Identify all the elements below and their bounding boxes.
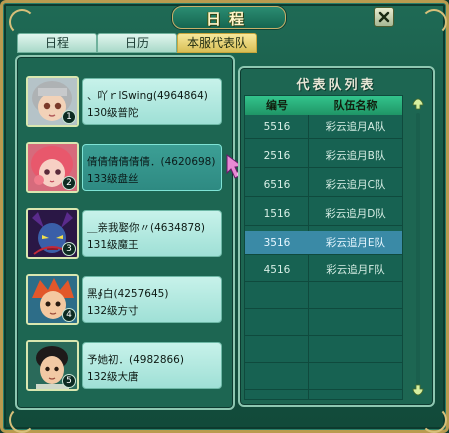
- table-header: 编号 队伍名称: [245, 96, 402, 115]
- table-row[interactable]: 5516 彩云追月A队: [245, 115, 402, 139]
- table-row[interactable]: 1516 彩云追月D队: [245, 202, 402, 226]
- title-plaque: 日程: [172, 6, 286, 29]
- team-name: 彩云追月A队: [325, 121, 386, 133]
- team-id: 1516: [263, 208, 291, 220]
- close-icon: [378, 11, 390, 23]
- member-name: 予她初．(4982866): [87, 354, 184, 366]
- table-row[interactable]: 6516 彩云追月C队: [245, 173, 402, 197]
- avatar: 2: [26, 142, 79, 193]
- member-card[interactable]: 5 予她初．(4982866) 132级大唐: [26, 340, 224, 391]
- member-info: 予她初．(4982866) 132级大唐: [82, 342, 222, 389]
- member-level: 133级盘丝: [87, 173, 139, 185]
- member-level: 132级方寸: [87, 305, 139, 317]
- slot-number: 5: [62, 374, 76, 388]
- avatar: 1: [26, 76, 79, 127]
- team-id: 4516: [263, 264, 291, 276]
- member-level: 130级普陀: [87, 107, 139, 119]
- table-row[interactable]: 2516 彩云追月B队: [245, 144, 402, 168]
- table-row-empty: [245, 312, 402, 336]
- member-level: 131级魔王: [87, 239, 139, 251]
- table-row[interactable]: 4516 彩云追月F队: [245, 258, 402, 282]
- team-name: 彩云追月D队: [325, 208, 386, 220]
- table-row-selected[interactable]: 3516 彩云追月E队: [245, 231, 402, 255]
- team-name: 彩云追月F队: [326, 264, 385, 276]
- member-card[interactable]: 1 、吖ｒlSwing(4964864) 130级普陀: [26, 76, 224, 127]
- scroll-up-icon[interactable]: [411, 97, 425, 111]
- corner-ornament: [421, 407, 447, 433]
- team-table: 编号 队伍名称 5516 彩云追月A队 2516 彩云追月B队 6516 彩云追…: [244, 95, 403, 400]
- slot-number: 2: [62, 176, 76, 190]
- member-card[interactable]: 4 黑∮白(4257645) 132级方寸: [26, 274, 224, 325]
- member-card[interactable]: 2 倩倩倩倩倩倩．(4620698) 133级盘丝: [26, 142, 224, 193]
- slot-number: 4: [62, 308, 76, 322]
- scroll-down-icon[interactable]: [411, 383, 425, 397]
- column-header-id: 编号: [266, 99, 288, 112]
- table-row-empty: [245, 339, 402, 363]
- corner-ornament: [9, 407, 35, 433]
- avatar: 3: [26, 208, 79, 259]
- table-row-empty: [245, 366, 402, 390]
- window-title: 日程: [205, 10, 252, 28]
- table-row-empty: [245, 285, 402, 309]
- tab-calendar[interactable]: 日历: [97, 33, 177, 53]
- member-info: 倩倩倩倩倩倩．(4620698) 133级盘丝: [82, 144, 222, 191]
- member-info: ＿亲我娶你〃(4634878) 131级魔王: [82, 210, 222, 257]
- member-name: 、吖ｒlSwing(4964864): [87, 90, 208, 102]
- member-name: ＿亲我娶你〃(4634878): [87, 222, 205, 234]
- column-header-name: 队伍名称: [333, 99, 378, 112]
- team-list-title: 代表队列表: [296, 78, 377, 93]
- team-name: 彩云追月C队: [325, 179, 386, 191]
- team-id: 6516: [263, 179, 291, 191]
- team-id: 5516: [263, 121, 291, 133]
- avatar: 5: [26, 340, 79, 391]
- member-info: 、吖ｒlSwing(4964864) 130级普陀: [82, 78, 222, 125]
- team-name: 彩云追月E队: [325, 237, 386, 249]
- tab-schedule[interactable]: 日程: [17, 33, 97, 53]
- team-id: 2516: [263, 150, 291, 162]
- member-name: 黑∮白(4257645): [87, 288, 169, 300]
- member-name: 倩倩倩倩倩倩．(4620698): [87, 156, 216, 168]
- slot-number: 1: [62, 110, 76, 124]
- team-name: 彩云追月B队: [325, 150, 386, 162]
- slot-number: 3: [62, 242, 76, 256]
- member-card[interactable]: 3 ＿亲我娶你〃(4634878) 131级魔王: [26, 208, 224, 259]
- scrollbar-track[interactable]: [416, 113, 420, 385]
- title-bar: 日程: [3, 3, 446, 31]
- member-info: 黑∮白(4257645) 132级方寸: [82, 276, 222, 323]
- member-level: 132级大唐: [87, 371, 139, 383]
- tab-server-team[interactable]: 本服代表队: [177, 33, 257, 53]
- team-id: 3516: [263, 237, 291, 249]
- avatar: 4: [26, 274, 79, 325]
- close-button[interactable]: [374, 7, 394, 27]
